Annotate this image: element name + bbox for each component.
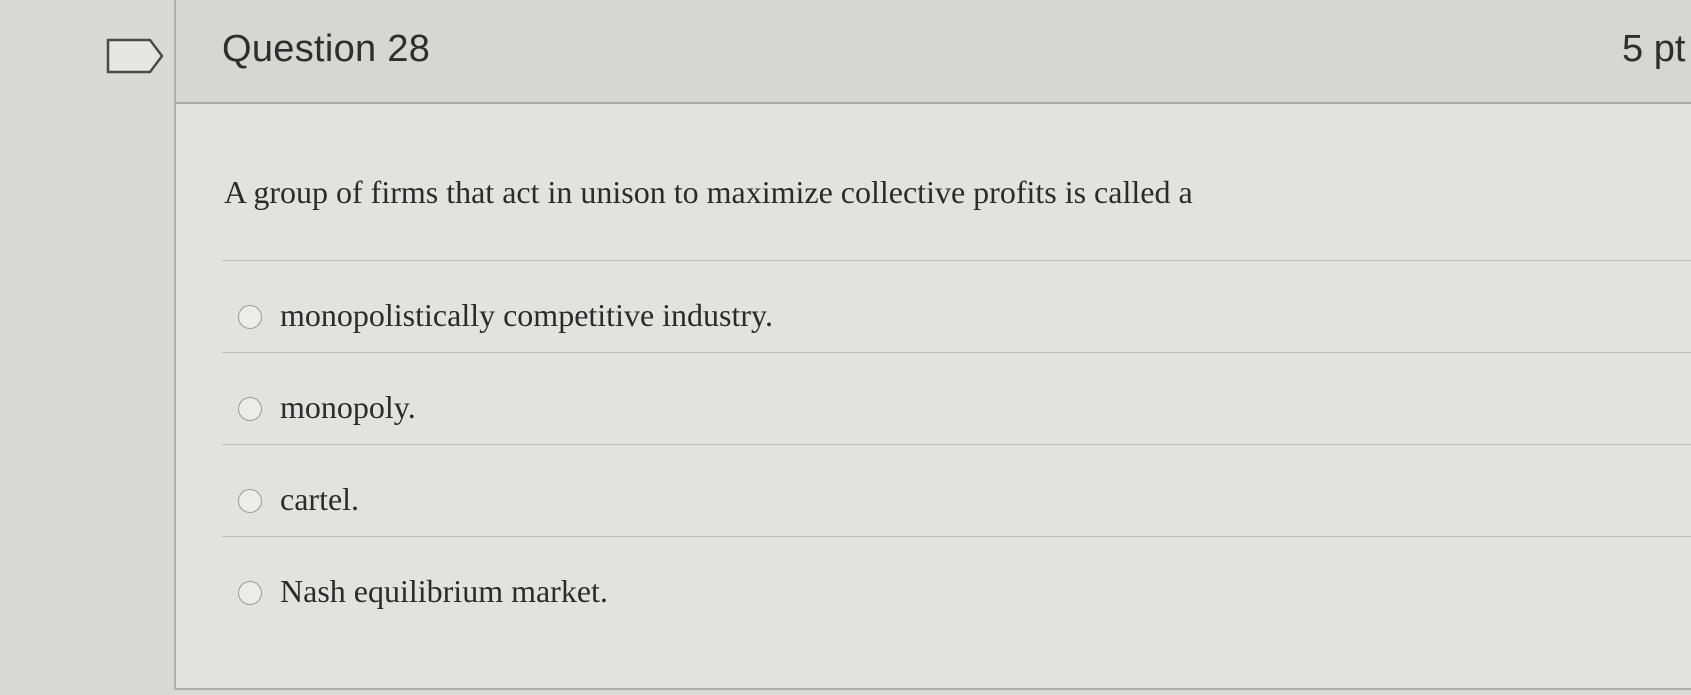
flag-outline-icon (106, 38, 164, 74)
question-card: Question 28 5 pt A group of firms that a… (174, 0, 1691, 690)
answer-label[interactable]: monopolistically competitive industry. (280, 297, 773, 334)
flag-question-button[interactable] (106, 38, 166, 74)
radio-button[interactable] (238, 397, 262, 421)
answer-list: monopolistically competitive industry. m… (222, 260, 1691, 628)
answer-label[interactable]: cartel. (280, 481, 359, 518)
radio-button[interactable] (238, 581, 262, 605)
answer-option[interactable]: monopoly. (222, 352, 1691, 444)
answer-option[interactable]: Nash equilibrium market. (222, 536, 1691, 628)
question-title: Question 28 (222, 28, 431, 70)
answer-option[interactable]: monopolistically competitive industry. (222, 260, 1691, 352)
question-text: A group of firms that act in unison to m… (224, 174, 1193, 210)
radio-button[interactable] (238, 305, 262, 329)
question-header: Question 28 5 pt (176, 0, 1691, 104)
answer-option[interactable]: cartel. (222, 444, 1691, 536)
radio-button[interactable] (238, 489, 262, 513)
answer-label[interactable]: Nash equilibrium market. (280, 573, 608, 610)
question-points: 5 pt (1622, 28, 1686, 70)
answer-label[interactable]: monopoly. (280, 389, 416, 426)
